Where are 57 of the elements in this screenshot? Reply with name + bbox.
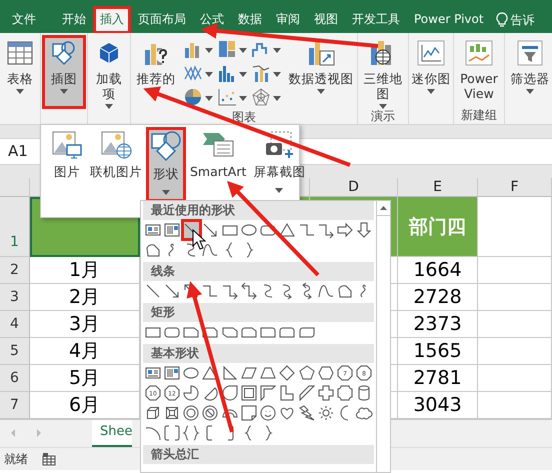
ribbon-tab[interactable]: 开发工具 [346,7,406,33]
row-header[interactable]: 2 [0,257,30,284]
ribbon-button[interactable]: 推荐的 [133,36,179,110]
ribbon-tab[interactable]: 开始 [56,7,92,33]
status-text: 就绪 [4,450,28,468]
column-header[interactable]: E [398,178,478,197]
sheet-tab[interactable]: Shee [92,420,132,447]
table-cell: 3043 [398,392,478,419]
table-cell: 5月 [30,365,140,392]
row-header[interactable]: 5 [0,338,30,365]
section-header: 最近使用的形状 [143,201,374,220]
section-header: 箭头总汇 [143,445,374,464]
row-header[interactable]: 6 [0,365,30,392]
ribbon-tab[interactable]: 审阅 [270,7,306,33]
ribbon-button[interactable]: 加载项 [90,36,128,109]
row-header[interactable]: 7 [0,392,30,419]
ribbon-button[interactable]: 插图 [43,36,85,108]
section-header: 线条 [143,262,374,281]
ribbon-tab[interactable]: Power Pivot [408,7,490,33]
row-header[interactable]: 1 [0,197,30,257]
menu-item[interactable]: SmartArt [188,128,248,201]
menu-item[interactable]: 联机图片 [88,128,144,201]
table-cell: 2月 [30,284,140,311]
ribbon-button[interactable]: 筛选器 [507,36,552,108]
table-cell: 3月 [30,311,140,338]
ribbon-tab[interactable]: 文件 [6,7,42,33]
ribbon-tab[interactable]: 页面布局 [132,7,192,33]
row-header[interactable]: 3 [0,284,30,311]
table-cell: 6月 [30,392,140,419]
menu-item[interactable]: 屏幕截图 [251,128,308,201]
table-cell: 2728 [398,284,478,311]
column-header[interactable]: F [478,178,552,197]
ribbon-button[interactable]: 数据透视图 [287,36,355,110]
table-cell: 1月 [30,257,140,284]
table-cell: 部门四 [398,197,478,257]
ribbon-button[interactable]: 表格 [2,36,38,108]
ribbon-tab[interactable]: 插入 [94,7,130,33]
table-cell: 4月 [30,338,140,365]
section-header: 基本形状 [143,344,374,363]
table-cell: 2781 [398,365,478,392]
tell-me-link[interactable]: 告诉 [510,12,535,28]
table-cell: 2373 [398,311,478,338]
ribbon-tab[interactable]: 公式 [194,7,230,33]
ribbon-tab[interactable]: 数据 [232,7,268,33]
table-cell: 1565 [398,338,478,365]
menu-item[interactable]: 形状 [147,128,185,201]
section-header: 矩形 [143,303,374,322]
group-label: 演示 [371,109,395,123]
ribbon-tab[interactable]: 视图 [308,7,344,33]
table-cell: 1664 [398,257,478,284]
ribbon-button[interactable]: 三维地图 [360,36,406,109]
column-header[interactable]: D [310,178,398,197]
menu-item[interactable]: 图片 [49,128,85,201]
ribbon-button[interactable]: 迷你图 [411,36,451,108]
row-header[interactable]: 4 [0,311,30,338]
ribbon-button[interactable]: Power View [456,36,502,108]
group-label: 新建组 [461,108,497,122]
